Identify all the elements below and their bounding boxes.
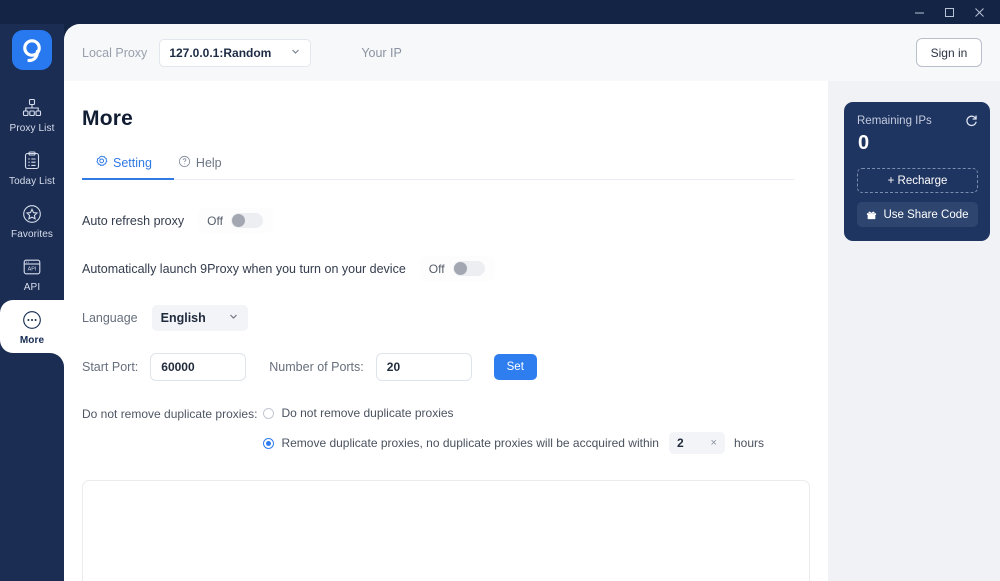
- start-port-value: 60000: [161, 360, 194, 374]
- tab-help[interactable]: Help: [165, 147, 235, 180]
- language-value: English: [161, 311, 206, 325]
- local-proxy-select[interactable]: 127.0.0.1:Random: [159, 39, 311, 67]
- number-of-ports-value: 20: [387, 360, 400, 374]
- page-title: More: [82, 107, 794, 131]
- language-select[interactable]: English: [152, 305, 248, 331]
- set-button-label: Set: [507, 361, 524, 373]
- gear-icon: [95, 155, 108, 171]
- question-circle-icon: [178, 155, 191, 171]
- clipboard-icon: [21, 150, 43, 172]
- toggle-switch[interactable]: [453, 261, 485, 276]
- app-window: Proxy List Today List: [0, 0, 1000, 581]
- tab-help-label: Help: [196, 156, 222, 170]
- sidebar-item-label: Today List: [9, 176, 55, 187]
- account-card-header: Remaining IPs: [857, 114, 978, 127]
- number-of-ports-input[interactable]: 20: [376, 353, 472, 381]
- sign-in-label: Sign in: [931, 46, 968, 60]
- tab-bar: Setting Help: [82, 147, 794, 180]
- sidebar-item-proxy-list[interactable]: Proxy List: [0, 88, 64, 141]
- gift-icon: [866, 209, 877, 220]
- svg-text:API: API: [28, 267, 37, 273]
- duplicate-proxies-label: Do not remove duplicate proxies:: [82, 406, 257, 421]
- auto-refresh-state: Off: [207, 214, 223, 228]
- radio-option-remove-duplicates[interactable]: Remove duplicate proxies, no duplicate p…: [263, 432, 764, 454]
- sidebar-item-more[interactable]: More: [0, 300, 64, 353]
- sign-in-button[interactable]: Sign in: [916, 38, 982, 67]
- refresh-icon[interactable]: [965, 114, 978, 127]
- log-output-box[interactable]: [82, 480, 810, 581]
- toggle-switch[interactable]: [231, 213, 263, 228]
- radio-button[interactable]: [263, 408, 274, 419]
- auto-launch-label: Automatically launch 9Proxy when you tur…: [82, 262, 406, 276]
- radio-option-label: Remove duplicate proxies, no duplicate p…: [281, 436, 659, 450]
- toggle-knob: [232, 214, 245, 227]
- remaining-ips-label: Remaining IPs: [857, 115, 932, 127]
- use-share-code-label: Use Share Code: [883, 209, 968, 221]
- nav-corner-bottom: [50, 353, 64, 367]
- row-auto-launch: Automatically launch 9Proxy when you tur…: [82, 256, 794, 281]
- duplicate-hours-value: 2: [677, 436, 684, 450]
- radio-button[interactable]: [263, 438, 274, 449]
- auto-refresh-label: Auto refresh proxy: [82, 214, 184, 228]
- your-ip-label: Your IP: [361, 46, 402, 60]
- duplicate-hours-unit: hours: [734, 436, 764, 450]
- row-ports: Start Port: 60000 Number of Ports: 20 Se…: [82, 353, 794, 381]
- chevron-down-icon: [228, 311, 239, 325]
- sidebar: Proxy List Today List: [0, 24, 64, 581]
- sidebar-item-label: API: [24, 282, 40, 293]
- tab-setting[interactable]: Setting: [82, 147, 165, 180]
- 9proxy-logo: [12, 30, 52, 70]
- recharge-button[interactable]: + Recharge: [857, 168, 978, 193]
- remaining-ips-count: 0: [858, 132, 978, 155]
- radio-option-label: Do not remove duplicate proxies: [281, 406, 453, 420]
- sidebar-item-label: More: [20, 335, 44, 346]
- use-share-code-button[interactable]: Use Share Code: [857, 202, 978, 227]
- maximize-icon[interactable]: [934, 1, 964, 23]
- chevron-down-icon: [290, 46, 301, 60]
- tab-active-indicator: [82, 178, 174, 180]
- row-duplicate-proxies: Do not remove duplicate proxies: Do not …: [82, 406, 794, 454]
- sitemap-icon: [21, 97, 43, 119]
- minimize-icon[interactable]: [904, 1, 934, 23]
- start-port-input[interactable]: 60000: [150, 353, 246, 381]
- top-toolbar: Local Proxy 127.0.0.1:Random Your IP Sig…: [64, 24, 1000, 81]
- sidebar-item-label: Proxy List: [10, 123, 55, 134]
- number-of-ports-label: Number of Ports:: [269, 360, 363, 374]
- recharge-label: + Recharge: [888, 175, 948, 187]
- sidebar-item-label: Favorites: [11, 229, 53, 240]
- window-titlebar: [0, 0, 1000, 24]
- close-icon[interactable]: [964, 1, 994, 23]
- start-port-label: Start Port:: [82, 360, 138, 374]
- local-proxy-value: 127.0.0.1:Random: [169, 46, 271, 60]
- sidebar-item-favorites[interactable]: Favorites: [0, 194, 64, 247]
- right-column: Remaining IPs 0 + Recharge: [828, 81, 1000, 581]
- row-language: Language English: [82, 305, 794, 331]
- duplicate-options: Do not remove duplicate proxies Remove d…: [263, 406, 764, 454]
- sidebar-item-today-list[interactable]: Today List: [0, 141, 64, 194]
- toggle-knob: [454, 262, 467, 275]
- ellipsis-circle-icon: [21, 309, 43, 331]
- tab-setting-label: Setting: [113, 156, 152, 170]
- star-circle-icon: [21, 203, 43, 225]
- row-auto-refresh: Auto refresh proxy Off: [82, 208, 794, 233]
- clear-icon[interactable]: ×: [711, 437, 717, 449]
- sidebar-item-api[interactable]: API API: [0, 247, 64, 300]
- auto-launch-toggle[interactable]: Off: [420, 256, 495, 281]
- auto-refresh-toggle[interactable]: Off: [198, 208, 273, 233]
- language-label: Language: [82, 311, 138, 325]
- settings-panel: More Setting: [64, 81, 828, 581]
- content-area: Local Proxy 127.0.0.1:Random Your IP Sig…: [64, 24, 1000, 581]
- local-proxy-label: Local Proxy: [82, 46, 147, 60]
- set-button[interactable]: Set: [494, 354, 537, 380]
- account-card: Remaining IPs 0 + Recharge: [844, 102, 990, 241]
- api-window-icon: API: [21, 256, 43, 278]
- duplicate-hours-input[interactable]: 2 ×: [669, 432, 725, 454]
- auto-launch-state: Off: [429, 262, 445, 276]
- radio-option-keep-duplicates[interactable]: Do not remove duplicate proxies: [263, 406, 764, 420]
